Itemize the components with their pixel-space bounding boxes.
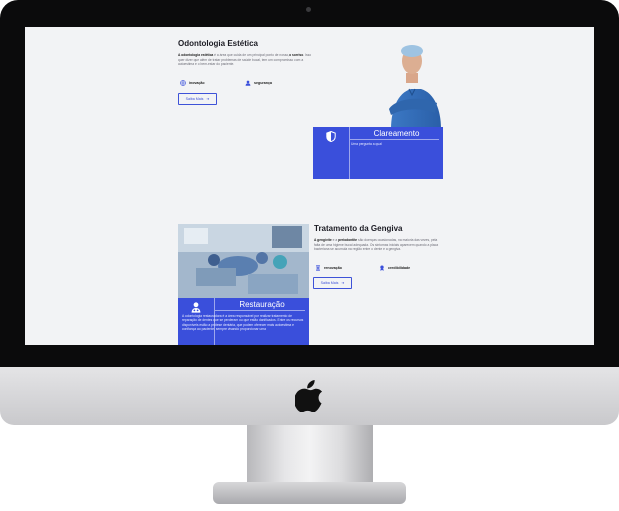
- section-paragraph-estetica: A odontologia estética é a área que cuid…: [178, 53, 312, 67]
- feature-label: credibilidade: [388, 266, 411, 270]
- paragraph-bold: A odontologia estética: [178, 53, 214, 57]
- feature-credibilidade: credibilidade: [379, 265, 410, 271]
- button-label: Saiba Mais: [185, 97, 204, 101]
- dental-clinic-photo: [178, 224, 309, 298]
- card-title-underline: [350, 139, 439, 140]
- feature-inovacao: inovação: [180, 80, 205, 86]
- camera-icon: [306, 7, 311, 12]
- feature-seguranca: segurança: [245, 80, 272, 86]
- award-icon: [380, 265, 384, 271]
- clareamento-card[interactable]: Clareamento Uma pergunta a qual: [313, 127, 443, 179]
- paragraph-text: é a área que cuida de um principal ponto…: [213, 53, 290, 57]
- feature-label: segurança: [254, 81, 272, 85]
- imac-monitor: Odontologia Estética A odontologia estét…: [0, 0, 619, 511]
- card-title-underline: [215, 310, 305, 311]
- card-icon-column: [313, 127, 348, 179]
- section-title-gengiva: Tratamento da Gengiva: [314, 224, 403, 233]
- arrow-right-icon: ➔: [341, 281, 345, 285]
- apple-logo-icon: [295, 380, 323, 412]
- monitor-stand-base: [213, 482, 406, 504]
- card-title: Clareamento: [373, 129, 420, 138]
- feature-label: inovação: [189, 81, 205, 85]
- feature-label: renovação: [324, 266, 342, 270]
- card-text: A odontologia restauradora é a área resp…: [182, 314, 304, 332]
- card-title: Restauração: [239, 300, 285, 309]
- arrow-right-icon: ➔: [206, 97, 210, 101]
- card-text: Uma pergunta a qual: [351, 142, 382, 146]
- section-paragraph-gengiva: A gengivite e a periodontite são doenças…: [314, 238, 444, 252]
- globe-icon: [180, 80, 186, 86]
- hourglass-icon: [316, 265, 320, 271]
- user-icon: [245, 80, 251, 86]
- monitor-stand: [247, 425, 373, 485]
- shield-icon: [325, 131, 336, 142]
- button-label: Saiba Mais: [320, 281, 339, 285]
- dentist-photo: [389, 45, 441, 129]
- website-screen: Odontologia Estética A odontologia estét…: [25, 27, 594, 345]
- dentist-user-icon: [191, 302, 200, 313]
- feature-renovacao: renovação: [315, 265, 342, 271]
- section-title-estetica: Odontologia Estética: [178, 39, 259, 48]
- paragraph-bold: periodontite: [338, 238, 358, 242]
- saiba-mais-button-estetica[interactable]: Saiba Mais ➔: [178, 93, 217, 105]
- restauracao-card[interactable]: Restauração A odontologia restauradora é…: [178, 298, 309, 345]
- saiba-mais-button-gengiva[interactable]: Saiba Mais ➔: [313, 277, 352, 289]
- paragraph-bold: o sorriso: [289, 53, 304, 57]
- paragraph-bold: A gengivite: [314, 238, 332, 242]
